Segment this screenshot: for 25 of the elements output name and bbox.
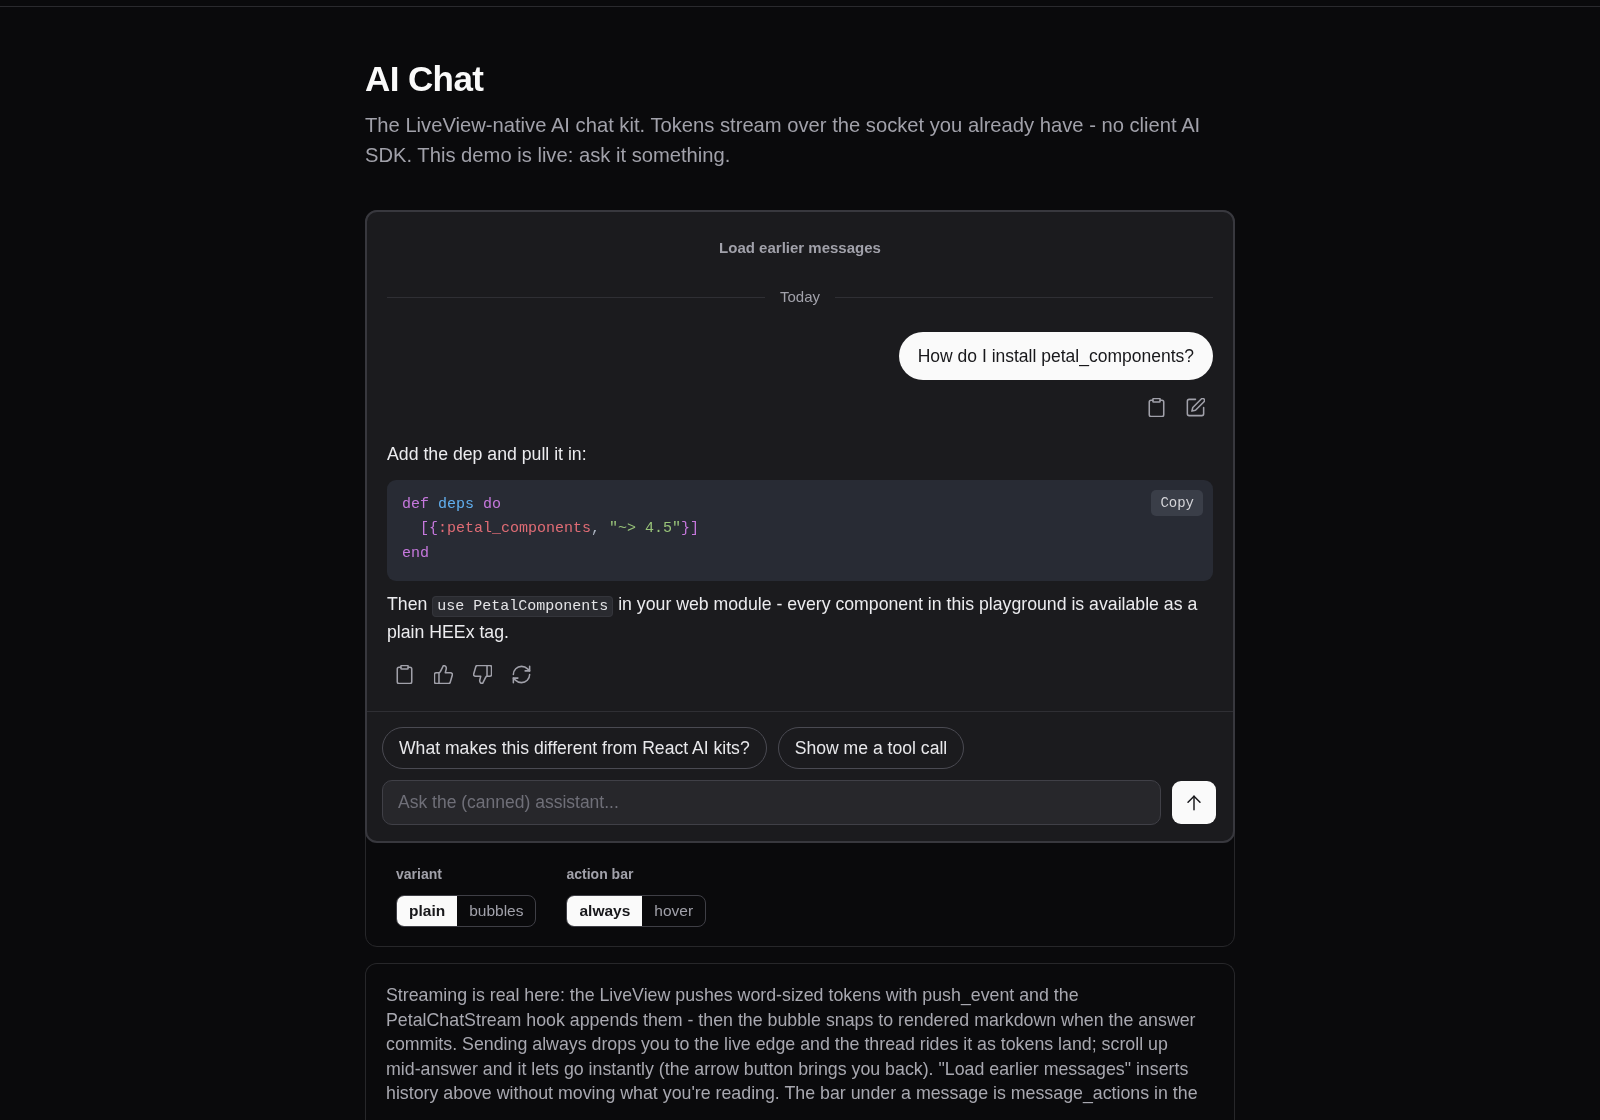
arrow-up-icon: [1185, 793, 1203, 812]
message-text: Add the dep and pull it in:: [387, 443, 588, 466]
control-label: action bar: [566, 865, 634, 883]
toggle-option[interactable]: hover: [642, 896, 706, 926]
date-divider-label: Today: [779, 287, 821, 307]
load-earlier-button[interactable]: Load earlier messages: [719, 238, 881, 258]
toggle-option[interactable]: plain: [397, 896, 458, 926]
clipboard-icon[interactable]: [1147, 398, 1166, 417]
toggle-option[interactable]: always: [567, 896, 643, 926]
clipboard-icon[interactable]: [395, 665, 414, 684]
send-button[interactable]: [1172, 781, 1216, 824]
message-input[interactable]: Ask the (canned) assistant...: [382, 780, 1161, 825]
message-text: Then use PetalComponents in your web module - every component in this playground is available as a plain HEEx tag.: [387, 593, 1199, 644]
user-message-bubble: How do I install petal_components?: [898, 332, 1213, 380]
code-snippet: def deps do [{:petal_components, "~> 4.5"}] end: [402, 494, 701, 564]
thumbs-up-icon[interactable]: [434, 665, 453, 684]
copy-button[interactable]: Copy: [1151, 489, 1203, 516]
page-description: The LiveView-native AI chat kit. Tokens stream over the socket you already have - no client AI SDK. This demo is live: ask it something.: [365, 113, 1202, 168]
page-title: AI Chat: [365, 58, 485, 100]
pencil-icon[interactable]: [1186, 398, 1205, 417]
control-label: variant: [396, 865, 442, 883]
note-text: Streaming is real here: the LiveView pushes word-sized tokens with push_event and the PetalChatStream hook appends them - then the bubble snaps to rendered markdown when the answer commits. Sending always drops you to the live edge and the thread rides it as tokens land; scroll up mid-answer and it lets go instantly (the arrow button brings you back). "Load earlier messages" inserts history above without moving what you're reading. The bar under a message is message_actions in the: [386, 984, 1199, 1106]
refresh-icon[interactable]: [512, 665, 531, 684]
thumbs-down-icon[interactable]: [473, 665, 492, 684]
toggle-option[interactable]: bubbles: [457, 896, 536, 926]
